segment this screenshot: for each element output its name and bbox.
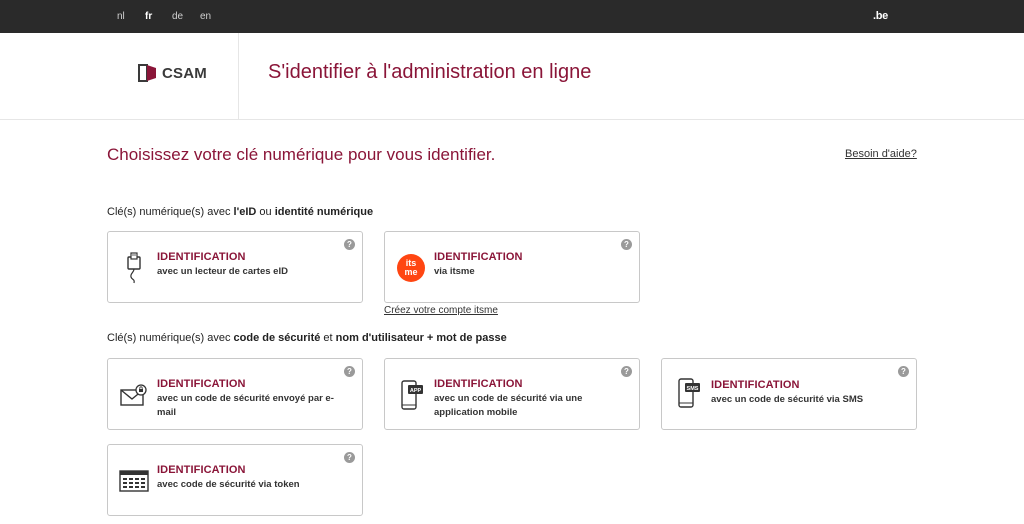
card-text: IDENTIFICATION avec un lecteur de cartes… (157, 251, 347, 279)
card-mobile-app-code[interactable]: APP IDENTIFICATION avec un code de sécur… (384, 358, 640, 430)
section-label-bold: identité numérique (274, 206, 374, 218)
card-itsme[interactable]: its me IDENTIFICATION via itsme ? (384, 231, 640, 303)
help-question-icon[interactable]: ? (344, 239, 355, 250)
card-title: IDENTIFICATION (434, 251, 523, 263)
lang-en[interactable]: en (200, 11, 211, 22)
section-label-eid: Clé(s) numérique(s) avec l'eID ou identi… (107, 206, 373, 218)
card-text: IDENTIFICATION avec code de sécurité via… (157, 464, 347, 492)
section-label-bold: l'eID (233, 206, 257, 218)
card-sms-code[interactable]: SMS IDENTIFICATION avec un code de sécur… (661, 358, 917, 430)
card-text: IDENTIFICATION avec un code de sécurité … (434, 378, 624, 420)
help-question-icon[interactable]: ? (621, 366, 632, 377)
section-label-text: Clé(s) numérique(s) avec (107, 332, 234, 344)
envelope-icon (118, 379, 150, 411)
card-subtitle: avec code de sécurité via token (157, 479, 300, 490)
itsme-logo-text: me (404, 267, 418, 277)
card-title: IDENTIFICATION (157, 251, 246, 263)
card-subtitle: avec un code de sécurité via SMS (711, 394, 864, 405)
page-header: CSAM S'identifier à l'administration en … (0, 33, 1024, 120)
help-question-icon[interactable]: ? (344, 452, 355, 463)
card-text: IDENTIFICATION avec un code de sécurité … (157, 378, 347, 420)
card-token-code[interactable]: IDENTIFICATION avec code de sécurité via… (107, 444, 363, 516)
page-title: S'identifier à l'administration en ligne (268, 61, 592, 83)
card-subtitle: via itsme (434, 266, 475, 277)
card-eid-reader[interactable]: IDENTIFICATION avec un lecteur de cartes… (107, 231, 363, 303)
card-title: IDENTIFICATION (711, 379, 800, 391)
csam-mark-icon (138, 64, 156, 82)
card-subtitle: avec un lecteur de cartes eID (157, 266, 288, 277)
card-text: IDENTIFICATION via itsme (434, 251, 624, 279)
lang-fr[interactable]: fr (145, 11, 152, 22)
lang-nl[interactable]: nl (117, 11, 125, 22)
card-text: IDENTIFICATION avec un code de sécurité … (711, 379, 901, 407)
section-label-bold: code de sécurité (233, 332, 321, 344)
token-icon (118, 465, 150, 497)
phone-app-icon: APP (395, 379, 427, 411)
card-email-code[interactable]: IDENTIFICATION avec un code de sécurité … (107, 358, 363, 430)
help-link[interactable]: Besoin d'aide? (845, 148, 917, 160)
top-bar: nl fr de en .be (0, 0, 1024, 33)
section-label-text: Clé(s) numérique(s) avec (107, 206, 234, 218)
card-reader-icon (118, 252, 150, 284)
sms-badge-text: SMS (687, 386, 699, 392)
app-badge-text: APP (410, 388, 422, 394)
card-title: IDENTIFICATION (157, 464, 246, 476)
section-label-bold: nom d'utilisateur + mot de passe (335, 332, 507, 344)
itsme-logo: its me (395, 252, 427, 284)
create-itsme-account-link[interactable]: Créez votre compte itsme (384, 305, 498, 316)
card-subtitle: avec un code de sécurité envoyé par e-ma… (157, 393, 334, 418)
be-logo[interactable]: .be (873, 10, 888, 22)
card-title: IDENTIFICATION (157, 378, 246, 390)
header-divider (238, 33, 239, 120)
help-question-icon[interactable]: ? (898, 366, 909, 377)
card-title: IDENTIFICATION (434, 378, 523, 390)
phone-sms-icon: SMS (672, 377, 704, 409)
main-heading: Choisissez votre clé numérique pour vous… (107, 145, 496, 164)
help-question-icon[interactable]: ? (621, 239, 632, 250)
csam-logo[interactable]: CSAM (138, 63, 207, 83)
section-label-text: et (320, 332, 336, 344)
card-subtitle: avec un code de sécurité via une applica… (434, 393, 583, 418)
section-label-security-code: Clé(s) numérique(s) avec code de sécurit… (107, 332, 507, 344)
csam-logo-text: CSAM (162, 64, 207, 82)
help-question-icon[interactable]: ? (344, 366, 355, 377)
lang-de[interactable]: de (172, 11, 183, 22)
section-label-text: ou (256, 206, 275, 218)
